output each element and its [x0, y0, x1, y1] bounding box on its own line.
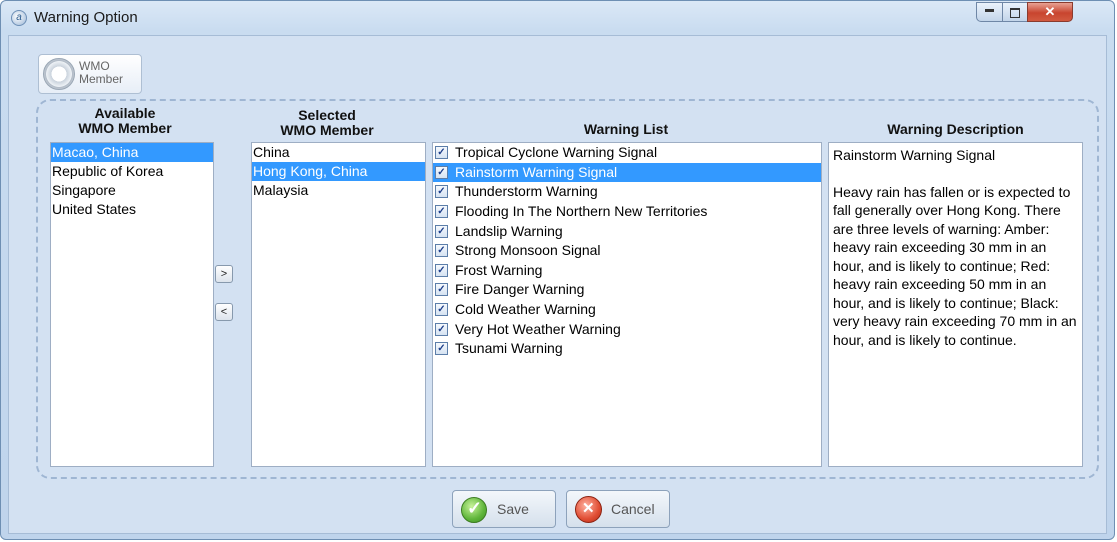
- warning-list-item[interactable]: ✓ Tropical Cyclone Warning Signal: [433, 143, 821, 163]
- selected-member-list[interactable]: China Hong Kong, China Malaysia: [251, 142, 426, 467]
- maximize-icon: [1010, 8, 1020, 18]
- save-button-label: Save: [497, 501, 529, 517]
- list-item[interactable]: Republic of Korea: [51, 162, 213, 181]
- list-item[interactable]: Malaysia: [252, 181, 425, 200]
- checkbox[interactable]: ✓: [435, 224, 448, 238]
- cancel-x-icon: [575, 496, 602, 523]
- wmo-member-badge: WMO Member: [38, 54, 142, 94]
- warning-description-header: Warning Description: [887, 121, 1024, 137]
- title-bar[interactable]: a Warning Option ✕: [1, 1, 1114, 35]
- cancel-button-label: Cancel: [611, 501, 655, 517]
- warning-label: Cold Weather Warning: [455, 301, 596, 318]
- available-header-line2: WMO Member: [78, 120, 172, 136]
- warning-label: Strong Monsoon Signal: [455, 242, 601, 259]
- selected-header-line2: WMO Member: [280, 122, 374, 138]
- dialog-content: WMO Member Available WMO Member Macao, C…: [8, 35, 1107, 534]
- warning-list-item[interactable]: ✓ Tsunami Warning: [433, 339, 821, 359]
- checkmark-icon: [461, 497, 487, 523]
- warning-description-body: Heavy rain has fallen or is expected to …: [833, 183, 1077, 348]
- checkbox[interactable]: ✓: [435, 244, 448, 258]
- list-item[interactable]: Singapore: [51, 181, 213, 200]
- warning-list-item[interactable]: ✓ Cold Weather Warning: [433, 300, 821, 320]
- checkbox[interactable]: ✓: [435, 263, 448, 277]
- warning-option-window: a Warning Option ✕ WMO Member Available …: [0, 0, 1115, 540]
- warning-label: Landslip Warning: [455, 222, 563, 239]
- warning-label: Tsunami Warning: [455, 340, 563, 357]
- checkbox[interactable]: ✓: [435, 322, 448, 336]
- list-item[interactable]: Macao, China: [51, 143, 213, 162]
- warning-label: Thunderstorm Warning: [455, 183, 598, 200]
- wmo-badge-text: WMO Member: [79, 60, 123, 86]
- wmo-badge-line2: Member: [79, 72, 124, 86]
- warning-list-header: Warning List: [583, 121, 669, 137]
- warning-label: Rainstorm Warning Signal: [455, 163, 618, 180]
- remove-member-button[interactable]: <: [215, 303, 233, 321]
- warning-description-title: Rainstorm Warning Signal: [833, 147, 996, 163]
- minimize-button[interactable]: [976, 2, 1003, 22]
- warning-list-item[interactable]: ✓ Thunderstorm Warning: [433, 182, 821, 202]
- cancel-button[interactable]: Cancel: [566, 490, 670, 528]
- selected-header: Selected WMO Member: [247, 108, 407, 138]
- warning-list-item[interactable]: ✓ Very Hot Weather Warning: [433, 319, 821, 339]
- list-item[interactable]: United States: [51, 200, 213, 219]
- warning-list-item[interactable]: ✓ Rainstorm Warning Signal: [433, 162, 821, 183]
- checkbox[interactable]: ✓: [435, 205, 448, 219]
- list-item[interactable]: Hong Kong, China: [252, 162, 425, 181]
- warning-list[interactable]: ✓ Tropical Cyclone Warning Signal ✓ Rainsto…: [432, 142, 822, 467]
- close-icon: ✕: [1044, 4, 1056, 19]
- warning-label: Flooding In The Northern New Territories: [455, 203, 708, 220]
- available-header-line1: Available: [94, 105, 156, 121]
- window-title: Warning Option: [34, 9, 138, 26]
- warning-list-item[interactable]: ✓ Flooding In The Northern New Territorie…: [433, 202, 821, 222]
- warning-list-item[interactable]: ✓ Strong Monsoon Signal: [433, 241, 821, 261]
- available-header: Available WMO Member: [45, 106, 205, 136]
- warning-list-item[interactable]: ✓ Fire Danger Warning: [433, 280, 821, 300]
- checkbox[interactable]: ✓: [435, 165, 448, 179]
- warning-label: Frost Warning: [455, 261, 543, 278]
- maximize-button[interactable]: [1002, 2, 1028, 22]
- warning-label: Tropical Cyclone Warning Signal: [455, 144, 658, 161]
- warning-list-item[interactable]: ✓ Landslip Warning: [433, 221, 821, 241]
- list-item[interactable]: China: [252, 143, 425, 162]
- warning-list-item[interactable]: ✓ Frost Warning: [433, 261, 821, 281]
- warning-description-panel: Rainstorm Warning Signal Heavy rain has …: [828, 142, 1083, 467]
- available-member-list[interactable]: Macao, China Republic of Korea Singapore Un…: [50, 142, 214, 467]
- checkbox[interactable]: ✓: [435, 185, 448, 199]
- save-button[interactable]: Save: [452, 490, 556, 528]
- checkbox[interactable]: ✓: [435, 283, 448, 297]
- warning-label: Fire Danger Warning: [455, 281, 585, 298]
- selected-header-line1: Selected: [298, 107, 356, 123]
- minimize-icon: [985, 9, 994, 12]
- add-member-button[interactable]: >: [215, 265, 233, 283]
- checkbox[interactable]: ✓: [435, 146, 448, 160]
- close-button[interactable]: ✕: [1027, 2, 1073, 22]
- wmo-logo-icon: [43, 58, 75, 90]
- app-icon: a: [11, 10, 27, 26]
- checkbox[interactable]: ✓: [435, 303, 448, 317]
- warning-label: Very Hot Weather Warning: [455, 320, 621, 337]
- checkbox[interactable]: ✓: [435, 342, 448, 356]
